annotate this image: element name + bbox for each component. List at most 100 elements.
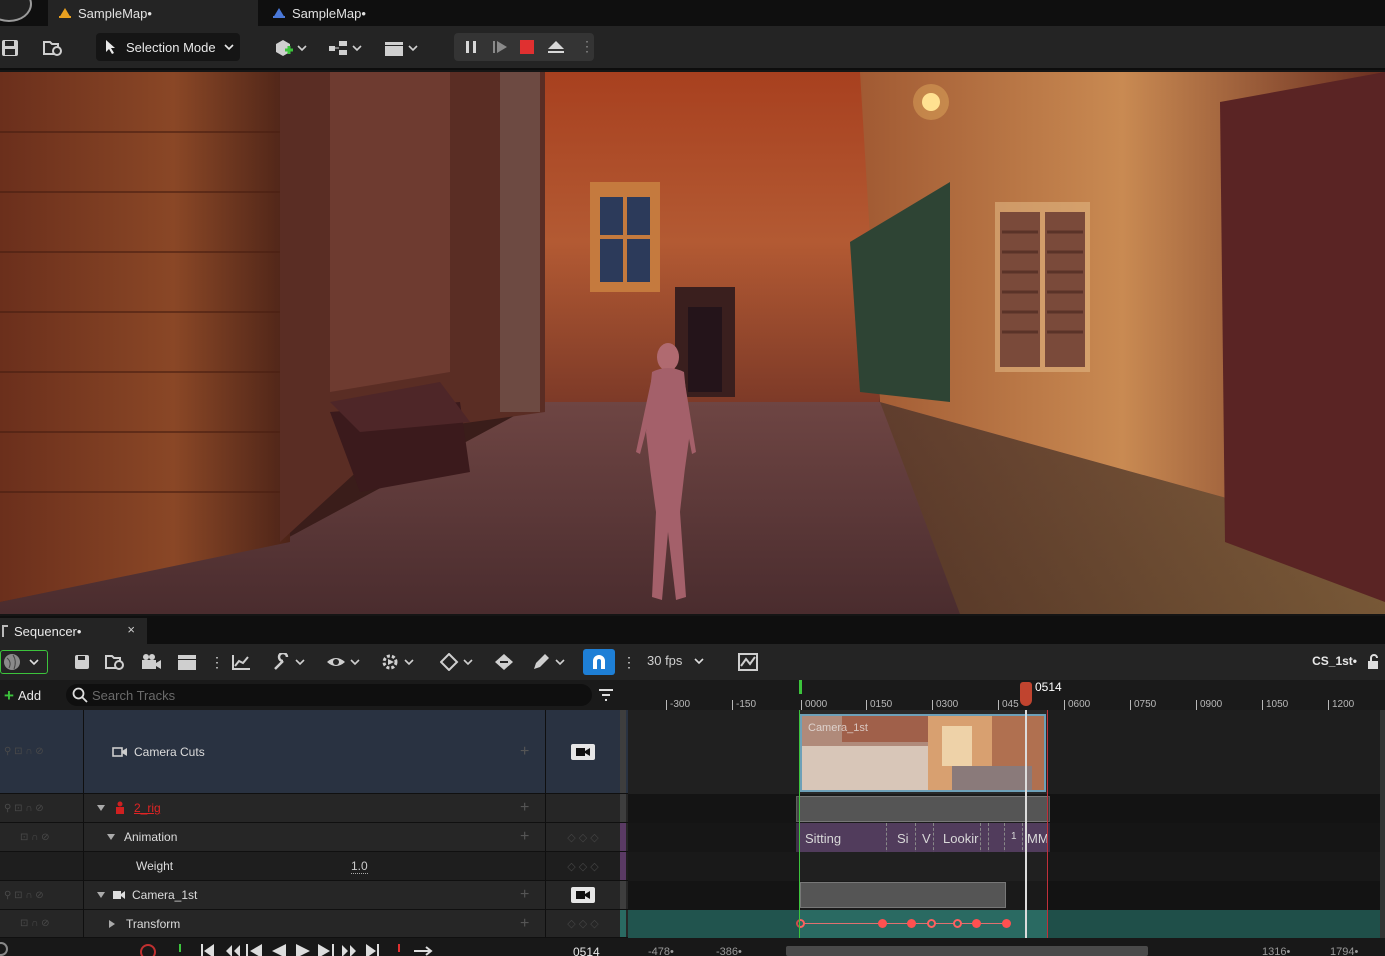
- snap-options-icon[interactable]: ⋮: [622, 652, 636, 672]
- record-settings-icon[interactable]: [0, 942, 8, 956]
- track-state-icons[interactable]: ⚲ ⊡ ∩ ⊘: [0, 794, 44, 822]
- track-weight[interactable]: Weight 1.0 ◇ ◇ ◇: [0, 852, 628, 881]
- play-controls: ⋮: [454, 33, 594, 61]
- pause-button[interactable]: [464, 40, 478, 57]
- filter-icon[interactable]: [598, 688, 614, 705]
- more-options-icon[interactable]: ⋮: [580, 39, 594, 53]
- visibility-dropdown[interactable]: [326, 652, 362, 672]
- add-icon[interactable]: +: [520, 794, 529, 822]
- view-start[interactable]: -478•: [648, 946, 674, 956]
- clapperboard-button[interactable]: [176, 652, 198, 672]
- track-rig[interactable]: ⚲ ⊡ ∩ ⊘ 2_rig +: [0, 794, 628, 823]
- view-end-2[interactable]: 1794•: [1330, 946, 1358, 956]
- key-options-dropdown[interactable]: [440, 652, 476, 672]
- settings-wrench-dropdown[interactable]: [272, 652, 306, 672]
- timeline-scrollbar[interactable]: [1380, 710, 1385, 938]
- keyframe[interactable]: [1002, 919, 1011, 928]
- close-icon[interactable]: ×: [127, 622, 135, 637]
- world-selector[interactable]: [0, 650, 48, 674]
- level-viewport[interactable]: [0, 72, 1385, 614]
- playhead-handle[interactable]: [1020, 682, 1032, 706]
- browse-button[interactable]: [40, 34, 66, 62]
- add-icon[interactable]: +: [520, 881, 529, 909]
- cinematics-button[interactable]: [382, 34, 420, 62]
- current-frame[interactable]: 0514: [573, 945, 600, 956]
- anim-clip-label[interactable]: Sitting: [805, 831, 841, 846]
- camera-lock-icon[interactable]: [571, 887, 595, 903]
- add-actor-button[interactable]: [272, 34, 308, 62]
- track-camera-cuts[interactable]: ⚲ ⊡ ∩ ⊘ Camera Cuts +: [0, 710, 628, 794]
- diamond-icon: [440, 653, 473, 671]
- view-start-2[interactable]: -386•: [716, 946, 742, 956]
- playback-options-dropdown[interactable]: [380, 652, 416, 672]
- collapse-arrow-icon[interactable]: [106, 833, 116, 841]
- start-marker[interactable]: [799, 680, 802, 694]
- playback-controls[interactable]: [176, 944, 436, 956]
- auto-key-button[interactable]: [494, 652, 514, 672]
- camera-section[interactable]: [800, 882, 1006, 908]
- track-label: Camera_1st: [132, 888, 198, 902]
- track-transform[interactable]: ⊡ ∩ ⊘ Transform + ◇ ◇ ◇: [0, 910, 628, 938]
- curve-editor-button[interactable]: [230, 652, 252, 672]
- weight-value-input[interactable]: 1.0: [351, 859, 368, 874]
- chevron-down-icon: [29, 659, 39, 666]
- selection-mode-dropdown[interactable]: Selection Mode: [96, 33, 240, 61]
- collapse-arrow-icon[interactable]: [96, 891, 106, 899]
- camera-icon[interactable]: [571, 743, 595, 760]
- key-navigation-icons[interactable]: ◇ ◇ ◇: [545, 852, 620, 880]
- keyframe[interactable]: [927, 919, 936, 928]
- keyframe[interactable]: [907, 919, 916, 928]
- save-button[interactable]: [0, 34, 20, 62]
- save-sequence-button[interactable]: [74, 652, 90, 672]
- track-animation[interactable]: ⊡ ∩ ⊘ Animation + ◇ ◇ ◇: [0, 823, 628, 852]
- anim-clip-label[interactable]: Lookir: [943, 831, 978, 846]
- view-end[interactable]: 1316•: [1262, 946, 1290, 956]
- keyframe[interactable]: [878, 919, 887, 928]
- edit-mode-dropdown[interactable]: [532, 652, 568, 672]
- add-icon[interactable]: +: [520, 823, 529, 851]
- keyframe[interactable]: [972, 919, 981, 928]
- curve-view-button[interactable]: [738, 652, 758, 672]
- track-state-icons[interactable]: ⊡ ∩ ⊘: [0, 823, 50, 851]
- track-state-icons[interactable]: ⊡ ∩ ⊘: [0, 910, 50, 937]
- sequencer-tab[interactable]: Sequencer• ×: [0, 618, 147, 644]
- add-track-button[interactable]: + Add: [4, 685, 41, 705]
- track-state-icons[interactable]: ⚲ ⊡ ∩ ⊘: [0, 881, 44, 909]
- tab-samplemap-1[interactable]: SampleMap•: [48, 0, 258, 26]
- search-input[interactable]: Search Tracks: [66, 684, 592, 706]
- anim-clip-label[interactable]: Si: [897, 831, 909, 846]
- rig-section[interactable]: [796, 796, 1050, 822]
- expand-arrow-icon[interactable]: [108, 919, 116, 929]
- render-movie-button[interactable]: [140, 652, 162, 672]
- time-ruler[interactable]: -300 -150 0000 0150 0300 045 0600 0750 0…: [628, 680, 1385, 712]
- more-options-icon[interactable]: ⋮: [210, 652, 224, 672]
- camera-cut-clip[interactable]: Camera_1st: [800, 714, 1046, 792]
- level-icon: [59, 8, 71, 18]
- blueprint-icon: [329, 41, 362, 55]
- add-icon[interactable]: +: [520, 710, 529, 793]
- sequence-name[interactable]: CS_1st•: [1312, 654, 1357, 668]
- anim-clip-label[interactable]: MM: [1027, 831, 1049, 846]
- blueprint-button[interactable]: [326, 34, 364, 62]
- add-icon[interactable]: +: [520, 910, 529, 937]
- tab-samplemap-2[interactable]: SampleMap•: [262, 0, 462, 26]
- track-camera-1st[interactable]: ⚲ ⊡ ∩ ⊘ Camera_1st +: [0, 881, 628, 910]
- eject-button[interactable]: [547, 40, 565, 57]
- anim-clip-label[interactable]: V: [922, 831, 931, 846]
- track-state-icons[interactable]: ⚲ ⊡ ∩ ⊘: [0, 710, 44, 793]
- key-navigation-icons[interactable]: ◇ ◇ ◇: [545, 823, 620, 851]
- unlock-icon[interactable]: [1367, 654, 1381, 673]
- step-frame-button[interactable]: [492, 40, 508, 57]
- frame-rate-dropdown[interactable]: 30 fps: [647, 653, 704, 668]
- anim-clip-label[interactable]: 1: [1011, 831, 1017, 842]
- key-navigation-icons[interactable]: ◇ ◇ ◇: [545, 910, 620, 937]
- timeline-view-scrollbar[interactable]: [786, 946, 1148, 956]
- collapse-arrow-icon[interactable]: [96, 804, 106, 812]
- stop-button[interactable]: [520, 40, 534, 57]
- record-button[interactable]: [140, 944, 156, 956]
- snap-toggle-button[interactable]: [583, 649, 615, 675]
- find-in-browser-button[interactable]: [104, 652, 126, 672]
- keyframe[interactable]: [953, 919, 962, 928]
- unreal-logo-icon[interactable]: [0, 0, 32, 22]
- timeline-area[interactable]: Camera_1st Sitting Si V Lookir 1 MM: [628, 710, 1385, 938]
